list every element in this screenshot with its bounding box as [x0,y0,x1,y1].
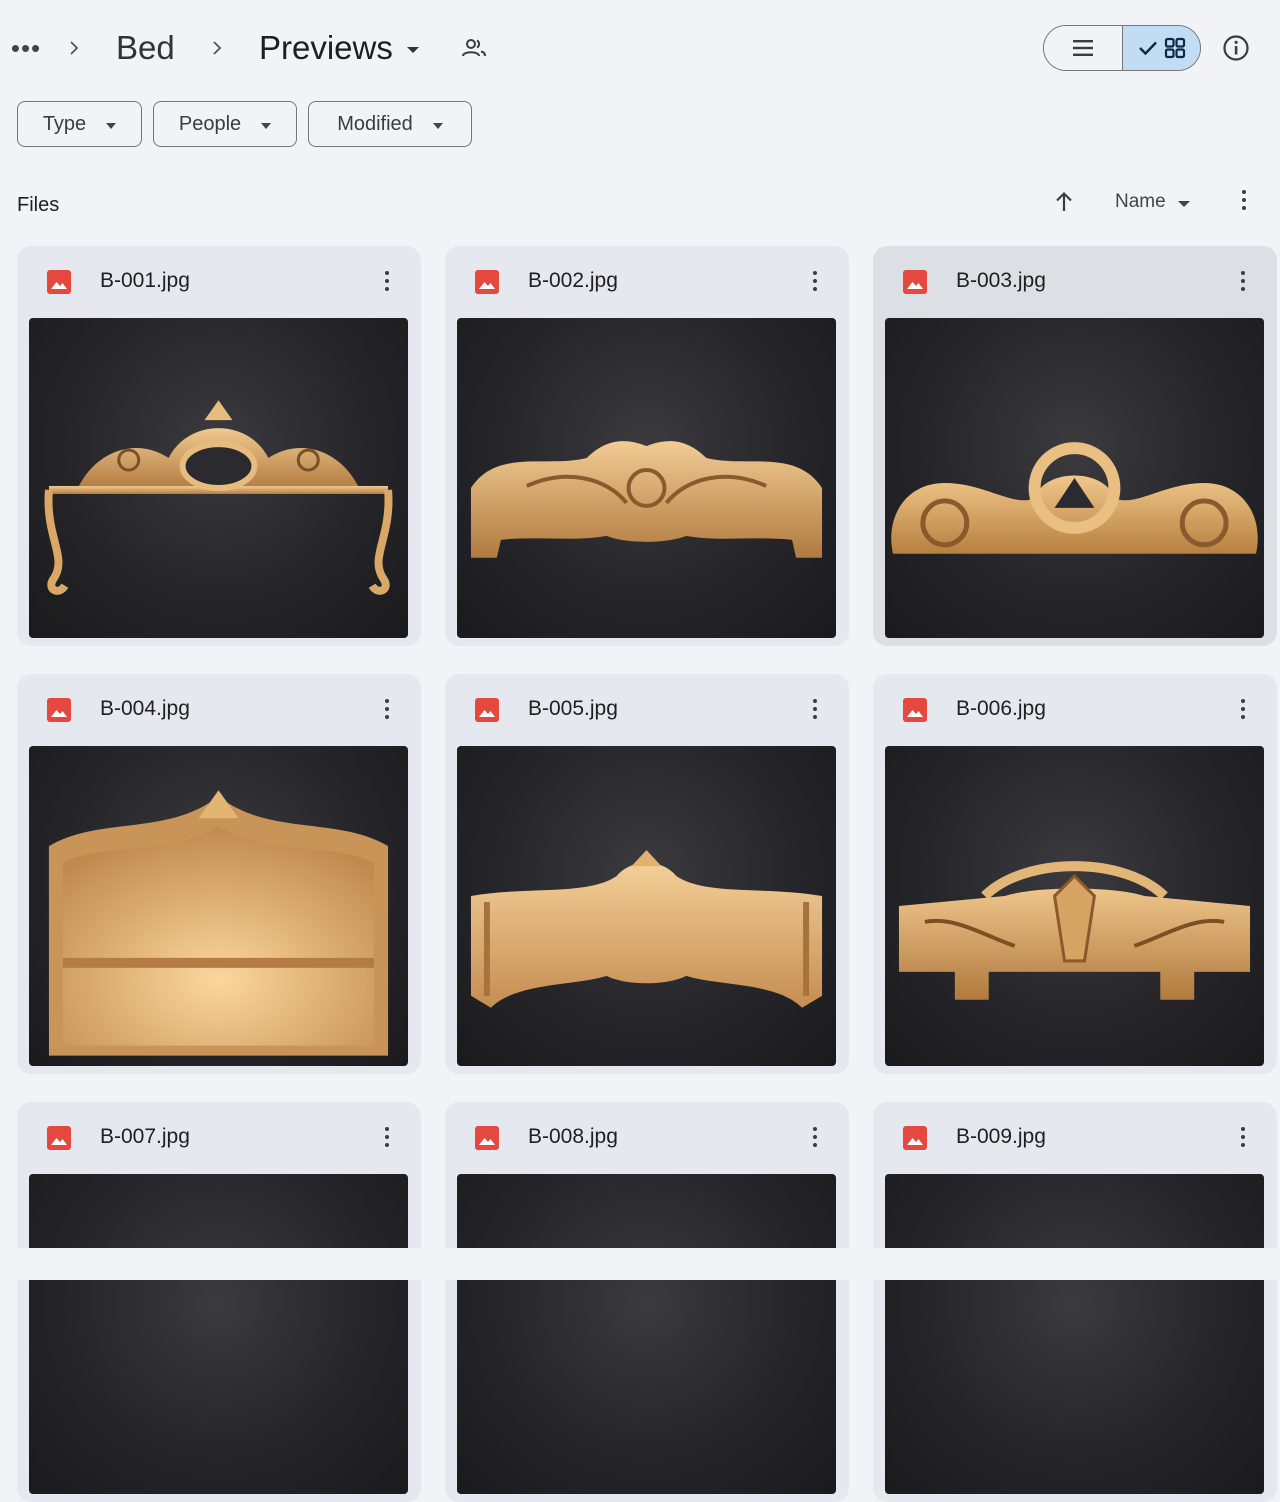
image-file-icon [475,270,499,294]
more-vert-icon[interactable] [1229,694,1257,724]
chevron-right-icon [62,28,86,68]
file-card[interactable]: B-003.jpg [873,246,1277,646]
caret-down-icon [432,122,443,129]
more-vert-icon[interactable] [1230,186,1258,214]
file-thumbnail[interactable] [885,746,1264,1066]
view-toggle [1043,25,1201,71]
shared-people-icon[interactable] [456,32,492,64]
carved-headboard-image [44,400,393,595]
file-card[interactable]: B-008.jpg [445,1102,849,1502]
card-header: B-006.jpg [873,674,1277,744]
image-file-icon [475,1126,499,1150]
file-card[interactable]: B-002.jpg [445,246,849,646]
file-name: B-002.jpg [528,269,618,292]
card-header: B-001.jpg [17,246,421,316]
file-card[interactable]: B-007.jpg [17,1102,421,1502]
file-thumbnail[interactable] [457,1174,836,1494]
breadcrumb-item-bed[interactable]: Bed [116,26,175,70]
check-icon [1138,41,1157,56]
card-header: B-008.jpg [445,1102,849,1172]
file-name: B-003.jpg [956,269,1046,292]
file-name: B-009.jpg [956,1125,1046,1148]
caret-down-icon [1177,200,1190,207]
section-title: Files [17,194,60,216]
filter-modified-label: Modified [337,112,413,135]
card-header: B-009.jpg [873,1102,1277,1172]
file-thumbnail[interactable] [29,746,408,1066]
caret-down-icon [261,122,272,129]
breadcrumb-current-folder[interactable]: Previews [259,26,419,70]
list-view-button[interactable] [1044,26,1122,70]
filter-people-label: People [178,112,242,135]
carved-headboard-image [470,850,823,1008]
info-icon[interactable] [1220,32,1252,64]
grid-icon [1164,37,1185,59]
caret-down-icon [406,46,419,53]
file-thumbnail[interactable] [29,318,408,638]
card-header: B-007.jpg [17,1102,421,1172]
sort-by-label: Name [1115,191,1166,212]
carved-headboard-image [48,790,389,1056]
file-name: B-006.jpg [956,697,1046,720]
file-name: B-004.jpg [100,697,190,720]
image-file-icon [903,270,927,294]
file-card[interactable]: B-001.jpg [17,246,421,646]
file-name: B-008.jpg [528,1125,618,1148]
file-card[interactable]: B-009.jpg [873,1102,1277,1502]
image-file-icon [47,698,71,722]
sort-by-dropdown[interactable]: Name [1115,189,1190,215]
more-vert-icon[interactable] [801,266,829,296]
chevron-right-icon [205,28,229,68]
viewport-bottom-edge [0,1248,1280,1280]
carved-headboard-image [470,441,823,558]
more-vert-icon[interactable] [801,694,829,724]
more-vert-icon[interactable] [1229,266,1257,296]
card-header: B-002.jpg [445,246,849,316]
image-file-icon [475,698,499,722]
list-icon [1073,40,1093,56]
grid-view-button[interactable] [1122,26,1200,70]
file-thumbnail[interactable] [457,318,836,638]
more-vert-icon[interactable] [373,694,401,724]
more-vert-icon[interactable] [801,1122,829,1152]
file-thumbnail[interactable] [885,318,1264,638]
breadcrumb-more-button[interactable]: ••• [10,30,42,66]
file-card[interactable]: B-006.jpg [873,674,1277,1074]
file-card[interactable]: B-005.jpg [445,674,849,1074]
top-bar: ••• Bed Previews [0,0,1280,96]
image-file-icon [47,1126,71,1150]
image-file-icon [47,270,71,294]
filter-people-chip[interactable]: People [153,101,297,147]
card-header: B-004.jpg [17,674,421,744]
card-header: B-003.jpg [873,246,1277,316]
breadcrumb-item-previews: Previews [259,29,393,66]
filter-modified-chip[interactable]: Modified [308,101,472,147]
file-thumbnail[interactable] [885,1174,1264,1494]
file-name: B-001.jpg [100,269,190,292]
caret-down-icon [106,122,117,129]
image-file-icon [903,698,927,722]
image-file-icon [903,1126,927,1150]
more-vert-icon[interactable] [373,266,401,296]
more-vert-icon[interactable] [373,1122,401,1152]
card-header: B-005.jpg [445,674,849,744]
carved-headboard-image [898,861,1251,1000]
filter-type-chip[interactable]: Type [17,101,142,147]
carved-headboard-image [891,442,1258,554]
file-name: B-007.jpg [100,1125,190,1148]
filter-type-label: Type [42,112,87,135]
file-card[interactable]: B-004.jpg [17,674,421,1074]
more-vert-icon[interactable] [1229,1122,1257,1152]
file-name: B-005.jpg [528,697,618,720]
sort-direction-arrow-up-icon[interactable] [1050,188,1078,216]
file-thumbnail[interactable] [457,746,836,1066]
file-thumbnail[interactable] [29,1174,408,1494]
